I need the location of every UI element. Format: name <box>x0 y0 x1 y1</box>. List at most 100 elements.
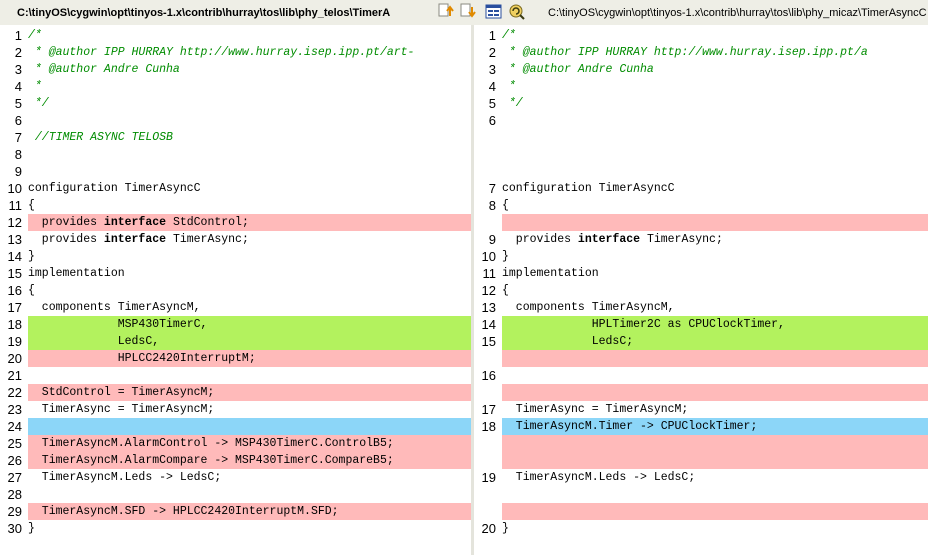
right-code-line[interactable]: 10} <box>474 248 928 265</box>
line-number: 13 <box>481 300 496 315</box>
left-file-path: C:\tinyOS\cygwin\opt\tinyos-1.x\contrib\… <box>17 7 391 19</box>
line-number: 1 <box>14 28 22 43</box>
right-code-line[interactable] <box>474 350 928 367</box>
right-code-line[interactable]: 16 <box>474 367 928 384</box>
left-code-line[interactable]: 8 <box>0 146 471 163</box>
right-code-line[interactable]: 17 TimerAsync = TimerAsyncM; <box>474 401 928 418</box>
line-number: 29 <box>7 504 22 519</box>
left-code-line[interactable]: 18 MSP430TimerC, <box>0 316 471 333</box>
line-number: 28 <box>7 487 22 502</box>
left-code-line[interactable]: 14} <box>0 248 471 265</box>
left-code-line[interactable]: 24 <box>0 418 471 435</box>
line-number: 2 <box>14 45 22 60</box>
right-code-line[interactable]: 1 /* <box>474 27 928 44</box>
right-code-line[interactable]: 7 configuration TimerAsyncC <box>474 180 928 197</box>
line-number: 20 <box>481 521 496 536</box>
left-code-line[interactable]: 4 * <box>0 78 471 95</box>
right-code-line[interactable]: 2 * @author IPP HURRAY http://www.hurray… <box>474 44 928 61</box>
right-code-line[interactable] <box>474 486 928 503</box>
code-text: TimerAsync = TimerAsyncM; <box>502 403 689 416</box>
left-code-line[interactable]: 15 implementation <box>0 265 471 282</box>
up-arrow-icon[interactable] <box>437 2 456 21</box>
right-code-line[interactable]: 18 TimerAsyncM.Timer -> CPUClockTimer; <box>474 418 928 435</box>
right-code-line[interactable] <box>474 163 928 180</box>
left-code-line[interactable]: 11 { <box>0 197 471 214</box>
right-code-line[interactable]: 13 components TimerAsyncM, <box>474 299 928 316</box>
right-code-line[interactable]: 3 * @author Andre Cunha <box>474 61 928 78</box>
line-number: 8 <box>14 147 22 162</box>
down-arrow-icon[interactable] <box>459 2 478 21</box>
left-code-line[interactable]: 7 //TIMER ASYNC TELOSB <box>0 129 471 146</box>
code-text: implementation <box>502 267 599 280</box>
left-code-line[interactable]: 19 LedsC, <box>0 333 471 350</box>
left-code-line[interactable]: 5 */ <box>0 95 471 112</box>
left-code-line[interactable]: 13 provides interface TimerAsync; <box>0 231 471 248</box>
code-text: implementation <box>28 267 125 280</box>
left-code-line[interactable]: 10 configuration TimerAsyncC <box>0 180 471 197</box>
right-code-line[interactable]: 19 TimerAsyncM.Leds -> LedsC; <box>474 469 928 486</box>
right-code-line[interactable]: 12 { <box>474 282 928 299</box>
right-code-line[interactable]: 20} <box>474 520 928 537</box>
layout-icon[interactable] <box>484 2 503 21</box>
window-header: C:\tinyOS\cygwin\opt\tinyos-1.x\contrib\… <box>0 0 928 26</box>
left-code-line[interactable]: 20 HPLCC2420InterruptM; <box>0 350 471 367</box>
code-text: * @author Andre Cunha <box>502 63 654 76</box>
right-code-line[interactable] <box>474 384 928 401</box>
left-code-line[interactable]: 27 TimerAsyncM.Leds -> LedsC; <box>0 469 471 486</box>
code-text: provides interface TimerAsync; <box>502 233 723 246</box>
right-code-line[interactable] <box>474 146 928 163</box>
left-code-line[interactable]: 30} <box>0 520 471 537</box>
line-number: 30 <box>7 521 22 536</box>
right-code-pane[interactable]: 1 /* 2 * @author IPP HURRAY http://www.hur… <box>474 25 928 555</box>
right-code-line[interactable] <box>474 435 928 452</box>
right-code-line[interactable]: 15 LedsC; <box>474 333 928 350</box>
line-number: 22 <box>7 385 22 400</box>
code-text <box>502 435 928 452</box>
left-code-line[interactable]: 28 <box>0 486 471 503</box>
left-code-line[interactable]: 3 * @author Andre Cunha <box>0 61 471 78</box>
right-code-line[interactable]: 8{ <box>474 197 928 214</box>
left-code-pane[interactable]: 1 /* 2 * @author IPP HURRAY http://www.hur… <box>0 25 471 555</box>
left-code-line[interactable]: 21 <box>0 367 471 384</box>
right-code-line[interactable]: 5 */ <box>474 95 928 112</box>
code-text: */ <box>502 97 523 110</box>
line-number: 11 <box>482 266 497 281</box>
right-code-line[interactable]: 11 implementation <box>474 265 928 282</box>
code-text: /* <box>502 29 516 42</box>
left-code-line[interactable]: 23 TimerAsync = TimerAsyncM; <box>0 401 471 418</box>
right-code-line[interactable]: 4 * <box>474 78 928 95</box>
right-code-line[interactable] <box>474 503 928 520</box>
code-text: /* <box>28 29 42 42</box>
left-code-line[interactable]: 17 components TimerAsyncM, <box>0 299 471 316</box>
left-code-line[interactable]: 16 { <box>0 282 471 299</box>
right-code-line[interactable]: 14 HPLTimer2C as CPUClockTimer, <box>474 316 928 333</box>
code-text: LedsC, <box>28 333 471 350</box>
right-code-line[interactable] <box>474 129 928 146</box>
right-code-line[interactable] <box>474 452 928 469</box>
left-code-line[interactable]: 26 TimerAsyncM.AlarmCompare -> MSP430Tim… <box>0 452 471 469</box>
left-code-line[interactable]: 2 * @author IPP HURRAY http://www.hurray… <box>0 44 471 61</box>
left-code-line[interactable]: 29 TimerAsyncM.SFD -> HPLCC2420Interrupt… <box>0 503 471 520</box>
right-code-line[interactable]: 6 <box>474 112 928 129</box>
line-number: 6 <box>14 113 22 128</box>
left-code-line[interactable]: 9 <box>0 163 471 180</box>
right-code-line[interactable]: 9 provides interface TimerAsync; <box>474 231 928 248</box>
code-text <box>28 418 471 435</box>
right-code-line[interactable] <box>474 214 928 231</box>
line-number: 6 <box>488 113 496 128</box>
left-code-line[interactable]: 6 <box>0 112 471 129</box>
code-text: //TIMER ASYNC TELOSB <box>28 131 173 144</box>
refresh-icon[interactable] <box>507 2 526 21</box>
line-number: 14 <box>7 249 22 264</box>
line-number: 26 <box>7 453 22 468</box>
left-code-line[interactable]: 12 provides interface StdControl; <box>0 214 471 231</box>
left-code-line[interactable]: 1 /* <box>0 27 471 44</box>
left-code-line[interactable]: 25 TimerAsyncM.AlarmControl -> MSP430Tim… <box>0 435 471 452</box>
left-code-line[interactable]: 22 StdControl = TimerAsyncM; <box>0 384 471 401</box>
line-number: 9 <box>488 232 496 247</box>
